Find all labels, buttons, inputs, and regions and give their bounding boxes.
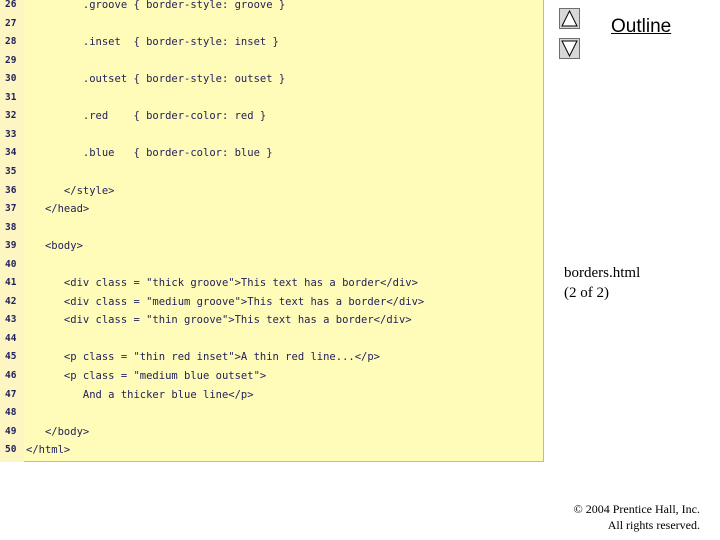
line-number: 38 — [5, 221, 17, 233]
code-text: .blue { border-color: blue } — [26, 147, 273, 160]
code-text: .inset { border-style: inset } — [26, 36, 279, 49]
next-slide-button[interactable] — [559, 38, 580, 59]
line-number: 41 — [5, 277, 17, 289]
code-line: 50 </html> — [0, 441, 540, 459]
code-text: <p class = "thin red inset">A thin red l… — [26, 351, 381, 364]
line-number: 29 — [5, 54, 17, 66]
code-text: <div class = "medium groove">This text h… — [26, 295, 425, 308]
line-number: 43 — [5, 314, 17, 326]
line-number: 44 — [5, 332, 17, 344]
file-name: borders.html — [564, 265, 641, 281]
line-number: 42 — [5, 295, 17, 307]
code-line: 33 — [0, 126, 540, 144]
line-number: 39 — [5, 240, 17, 252]
code-line: 34 .blue { border-color: blue } — [0, 144, 540, 162]
code-line: 38 — [0, 219, 540, 237]
triangle-down-icon — [561, 40, 578, 57]
code-line: 49 </body> — [0, 423, 540, 441]
code-line: 28 .inset { border-style: inset } — [0, 33, 540, 51]
code-text: <div class = "thin groove">This text has… — [26, 314, 412, 327]
copyright-line-2: All rights reserved. — [607, 518, 700, 532]
line-number: 31 — [5, 91, 17, 103]
code-line: 37 </head> — [0, 200, 540, 218]
triangle-up-icon — [561, 10, 578, 27]
line-number: 32 — [5, 110, 17, 122]
code-line: 42 <div class = "medium groove">This tex… — [0, 293, 540, 311]
code-line: 40 — [0, 256, 540, 274]
code-line: 46 <p class = "medium blue outset"> — [0, 367, 540, 385]
code-line: 30 .outset { border-style: outset } — [0, 70, 540, 88]
line-number: 45 — [5, 351, 17, 363]
code-line: 47 And a thicker blue line</p> — [0, 386, 540, 404]
code-text: </body> — [26, 425, 90, 438]
line-number: 34 — [5, 147, 17, 159]
file-page-indicator: (2 of 2) — [564, 285, 609, 301]
line-number: 28 — [5, 36, 17, 48]
line-number: 50 — [5, 444, 17, 456]
outline-link[interactable]: Outline — [611, 16, 671, 38]
code-text: .red { border-color: red } — [26, 110, 267, 123]
line-number: 47 — [5, 388, 17, 400]
line-number: 33 — [5, 128, 17, 140]
line-number: 48 — [5, 407, 17, 419]
code-line: 39 <body> — [0, 237, 540, 255]
code-line: 32 .red { border-color: red } — [0, 107, 540, 125]
code-line: 43 <div class = "thin groove">This text … — [0, 311, 540, 329]
code-line: 44 — [0, 330, 540, 348]
line-number: 35 — [5, 165, 17, 177]
code-line: 35 — [0, 163, 540, 181]
file-info: borders.html (2 of 2) — [564, 263, 640, 303]
line-number: 49 — [5, 425, 17, 437]
code-text: <div class = "thick groove">This text ha… — [26, 277, 418, 290]
code-text: </html> — [26, 444, 71, 457]
code-text: .outset { border-style: outset } — [26, 73, 286, 86]
line-number: 40 — [5, 258, 17, 270]
line-number: 27 — [5, 17, 17, 29]
code-line: 31 — [0, 89, 540, 107]
code-line: 36 </style> — [0, 182, 540, 200]
copyright-notice: © 2004 Prentice Hall, Inc. All rights re… — [574, 501, 700, 533]
code-text: </head> — [26, 203, 90, 216]
code-text: <p class = "medium blue outset"> — [26, 370, 267, 382]
line-number: 37 — [5, 203, 17, 215]
code-text: .groove { border-style: groove } — [26, 0, 286, 11]
line-number: 36 — [5, 184, 17, 196]
code-text: <body> — [26, 240, 83, 253]
line-number: 26 — [5, 0, 17, 10]
code-line: 41 <div class = "thick groove">This text… — [0, 274, 540, 292]
code-line: 26 .groove { border-style: groove } — [0, 0, 540, 14]
line-number: 30 — [5, 73, 17, 85]
code-panel: 26 .groove { border-style: groove } 27 28 … — [0, 0, 544, 462]
code-text: And a thicker blue line</p> — [26, 388, 254, 401]
code-line: 45 <p class = "thin red inset">A thin re… — [0, 348, 540, 366]
previous-slide-button[interactable] — [559, 8, 580, 29]
code-line: 27 — [0, 15, 540, 33]
code-line: 29 — [0, 52, 540, 70]
line-number: 46 — [5, 370, 17, 381]
code-line: 48 — [0, 404, 540, 422]
code-text: </style> — [26, 184, 115, 197]
copyright-line-1: © 2004 Prentice Hall, Inc. — [573, 502, 700, 516]
